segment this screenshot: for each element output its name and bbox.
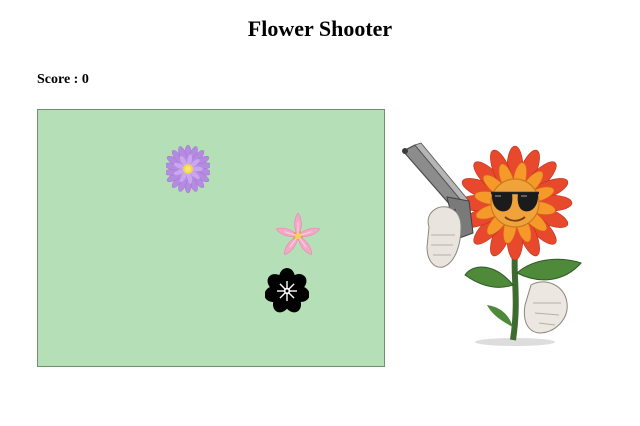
black-flower-icon[interactable]: [265, 266, 309, 316]
pink-lily-icon[interactable]: [275, 212, 321, 260]
page-title: Flower Shooter: [247, 16, 393, 41]
score-display: Score : 0: [37, 72, 89, 88]
sunflower-with-gun-icon: [402, 142, 582, 346]
purple-daisy-icon[interactable]: [166, 144, 210, 194]
score-label: Score :: [37, 72, 82, 87]
game-area[interactable]: [37, 109, 385, 367]
score-value: 0: [81, 72, 89, 87]
